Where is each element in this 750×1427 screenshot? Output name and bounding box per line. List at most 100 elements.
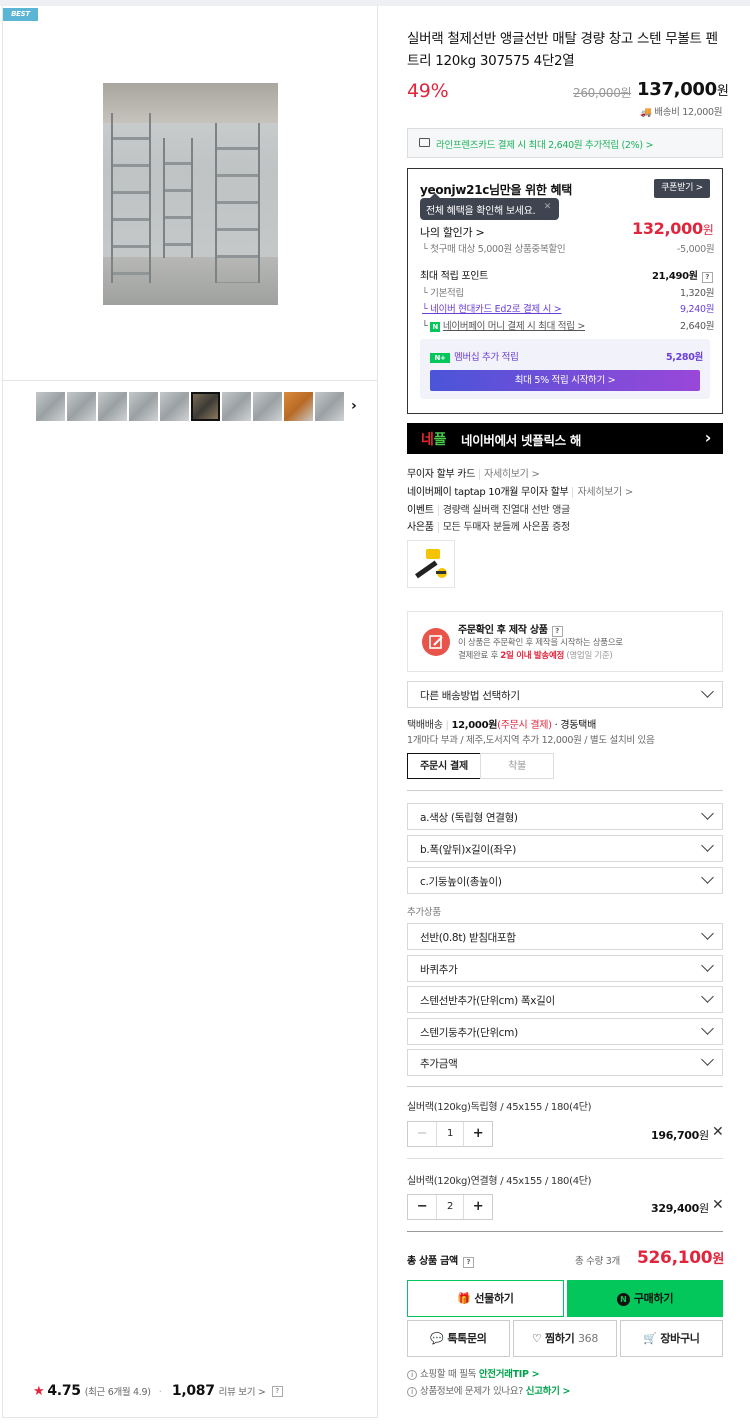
chevron-right-icon: › [704, 428, 712, 447]
points-label: 최대 적립 포인트 [420, 271, 489, 282]
thumbnail-selected[interactable] [191, 392, 220, 421]
info-row-gift: 사은품 모든 두매자 분들께 사은품 증정 [407, 522, 570, 533]
info-row-event: 이벤트 경량랙 실버랙 진열대 선반 앵글 [407, 505, 570, 516]
delivery-method-select[interactable]: 다른 배송방법 선택하기 [407, 681, 723, 708]
review-summary: ★ 4.75 (최근 6개월 4.9) · 1,087 리뷰 보기 > ? [33, 1383, 283, 1399]
membership-value: 5,280원 [666, 352, 703, 363]
original-price: 260,000원 [573, 86, 632, 100]
review-count: 1,087 [171, 1383, 215, 1399]
minus-button[interactable]: − [408, 1122, 436, 1146]
inquiry-button[interactable]: 💬 톡톡문의 [407, 1320, 510, 1357]
review-link[interactable]: 리뷰 보기 > [219, 1384, 266, 1398]
product-main-image[interactable] [103, 83, 278, 305]
rating-score: 4.75 [47, 1383, 81, 1399]
thumbnail[interactable] [98, 392, 127, 421]
thumbnail[interactable] [253, 392, 282, 421]
cart-icon: 🛒 [643, 1332, 661, 1345]
edit-icon [422, 628, 450, 656]
total-label: 총 상품 금액? [407, 1252, 474, 1268]
chevron-down-icon [701, 990, 714, 1003]
npay-money-value: 2,640원 [680, 321, 715, 332]
tab-prepaid[interactable]: 주문시 결제 [407, 753, 481, 779]
item-name: 실버랙(120kg)연결형 / 45x155 / 180(4단) [407, 1176, 592, 1187]
option-height-select[interactable]: c.기둥높이(총높이) [407, 867, 723, 894]
shipping-fee: 🚚 배송비 12,000원 [640, 107, 723, 118]
notice-title: 주문확인 후 제작 상품? [458, 621, 563, 637]
thumbnail[interactable] [160, 392, 189, 421]
chevron-down-icon [701, 871, 714, 884]
rating-recent: (최근 6개월 4.9) [84, 1387, 151, 1398]
truck-icon: 🚚 [640, 107, 655, 118]
delivery-note: 1개마다 부과 / 제주,도서지역 추가 12,000원 / 별도 설치비 있음 [407, 735, 655, 746]
plus-button[interactable]: + [464, 1195, 492, 1219]
wishlist-button[interactable]: ♡ 찜하기 368 [513, 1320, 617, 1357]
help-icon[interactable]: ? [701, 272, 713, 283]
card-promo-banner[interactable]: 라인프렌즈카드 결제 시 최대 2,640원 추가적립 (2%) > [407, 128, 723, 158]
thumbnail[interactable] [36, 392, 65, 421]
gift-item-image[interactable] [407, 540, 455, 588]
chevron-down-icon [701, 807, 714, 820]
info-icon: i [407, 1387, 417, 1397]
netflix-banner[interactable]: 네플 네이버에서 넷플릭스 해 › [407, 423, 723, 454]
npay-money-link[interactable]: └ N 네이버페이 머니 결제 시 최대 적립 > [422, 318, 585, 332]
addon-label: 추가상품 [407, 907, 441, 918]
thumbnail[interactable] [284, 392, 313, 421]
hyundai-card-link[interactable]: └ 네이버 현대카드 Ed2로 결제 시 > [422, 301, 562, 315]
product-title: 실버랙 철제선반 앵글선반 매탈 경량 창고 스텐 무볼트 펜트리 120kg … [407, 31, 718, 69]
option-size-select[interactable]: b.폭(앞뒤)x길이(좌우) [407, 835, 723, 862]
thumbnail[interactable] [315, 392, 344, 421]
item-name: 실버랙(120kg)독립형 / 45x155 / 180(4단) [407, 1102, 592, 1113]
help-icon[interactable]: ? [462, 1257, 474, 1268]
addon-wheel-select[interactable]: 바퀴추가 [407, 955, 723, 982]
quantity-input[interactable]: 2 [436, 1195, 464, 1219]
gallery-divider [3, 380, 377, 381]
report-row: i 상품정보에 문제가 있나요? 신고하기 > [407, 1383, 571, 1397]
remove-item-icon[interactable]: ✕ [712, 1197, 724, 1213]
addon-extra-amount-select[interactable]: 추가금액 [407, 1049, 723, 1076]
minus-button[interactable]: − [408, 1195, 436, 1219]
best-badge: BEST [3, 8, 38, 21]
chevron-down-icon [701, 839, 714, 852]
total-price: 526,100원 [637, 1248, 725, 1268]
naver-plus-icon: N+ [430, 353, 450, 363]
coupon-button[interactable]: 쿠폰받기 > [654, 179, 710, 198]
heart-icon: ♡ [531, 1332, 545, 1345]
hyundai-card-value: 9,240원 [680, 304, 715, 315]
remove-item-icon[interactable]: ✕ [712, 1124, 724, 1140]
addon-steel-pillar-select[interactable]: 스텐기둥추가(단위cm) [407, 1018, 723, 1045]
star-icon: ★ [33, 1383, 45, 1399]
chevron-down-icon [701, 959, 714, 972]
thumbnail[interactable] [222, 392, 251, 421]
discount-rate: 49% [407, 80, 449, 102]
quantity-input[interactable]: 1 [436, 1122, 464, 1146]
first-buy-value: -5,000원 [677, 244, 715, 255]
my-discount-label[interactable]: 나의 할인가 > [420, 224, 485, 240]
chevron-down-icon [701, 1053, 714, 1066]
sale-price: 137,000원 [637, 79, 729, 100]
my-discount-price: 132,000원 [632, 219, 714, 238]
chevron-down-icon [701, 927, 714, 940]
netflix-logo-icon: 네플 [421, 432, 447, 448]
membership-label: N+ 멤버십 추가 적립 [430, 349, 519, 363]
close-icon[interactable]: ✕ [544, 202, 552, 212]
cart-button[interactable]: 🛒 장바구니 [620, 1320, 723, 1357]
thumbnail[interactable] [67, 392, 96, 421]
delivery-info: 택배배송 | 12,000원(주문시 결제) · 경동택배 [407, 720, 596, 731]
addon-steel-shelf-select[interactable]: 스텐선반추가(단위cm) 폭x길이 [407, 986, 723, 1013]
made-to-order-notice: 주문확인 후 제작 상품? 이 상품은 주문확인 후 제작을 시작하는 상품으로… [407, 611, 723, 672]
option-color-select[interactable]: a.색상 (독립형 연결형) [407, 803, 723, 830]
first-buy-discount: └ 첫구매 대상 5,000원 상품중복할인 [422, 244, 566, 255]
quantity-stepper: − 2 + [407, 1194, 493, 1220]
addon-shelf-select[interactable]: 선반(0.8t) 받침대포함 [407, 923, 723, 950]
gift-button[interactable]: 🎁 선물하기 [407, 1280, 564, 1317]
notice-line2: 결제완료 후 2일 이내 발송예정 (영업일 기준) [458, 651, 613, 661]
plus-button[interactable]: + [464, 1122, 492, 1146]
points-value: 21,490원? [652, 267, 713, 283]
thumbnail-next-icon[interactable]: › [351, 398, 357, 414]
buy-button[interactable]: N 구매하기 [567, 1280, 723, 1317]
membership-start-button[interactable]: 최대 5% 적립 시작하기 > [430, 370, 700, 391]
help-icon[interactable]: ? [271, 1385, 283, 1397]
tab-cod[interactable]: 착불 [480, 753, 554, 779]
thumbnail[interactable] [129, 392, 158, 421]
info-row-card: 무이자 할부 카드 자세히보기 > [407, 469, 540, 480]
